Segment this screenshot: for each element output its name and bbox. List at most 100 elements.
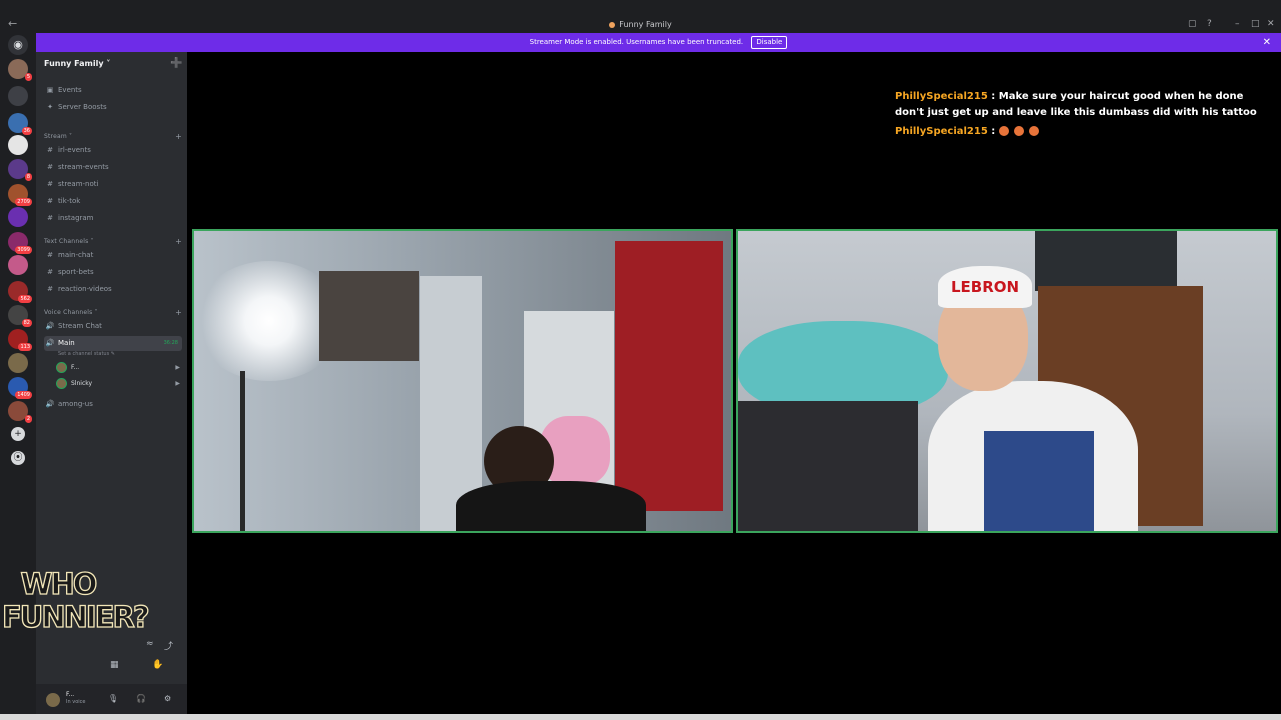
add-channel-icon[interactable]: + bbox=[175, 237, 182, 246]
channel-main-voice[interactable]: 🔊 Main 36:28 bbox=[44, 336, 182, 351]
hash-icon: # bbox=[47, 268, 53, 276]
server-icon[interactable]: 1409 bbox=[8, 377, 32, 399]
channel-irl-events[interactable]: # irl-events bbox=[44, 143, 182, 158]
server-icon[interactable]: 82 bbox=[8, 305, 32, 327]
mention-badge: 5 bbox=[24, 73, 32, 81]
server-icon[interactable]: 2709 bbox=[8, 184, 32, 206]
server-boosts-label: Server Boosts bbox=[58, 103, 107, 111]
server-icon[interactable]: 5 bbox=[8, 59, 32, 81]
mention-badge: 3099 bbox=[15, 246, 32, 254]
shirt-graphic bbox=[984, 431, 1094, 531]
mention-badge: 82 bbox=[21, 319, 32, 327]
add-channel-icon[interactable]: + bbox=[175, 132, 182, 141]
close-window-button[interactable]: ✕ bbox=[1267, 19, 1275, 29]
hash-icon: # bbox=[47, 197, 53, 205]
camera-icon: ▶ bbox=[175, 364, 180, 371]
events-item[interactable]: ▣ Events bbox=[44, 83, 182, 98]
channel-tik-tok[interactable]: # tik-tok bbox=[44, 194, 182, 209]
settings-gear-icon[interactable]: ⚙ bbox=[164, 694, 171, 703]
chat-message: PhillySpecial215 : Make sure your haircu… bbox=[895, 89, 1275, 121]
channel-main-chat[interactable]: # main-chat bbox=[44, 248, 182, 263]
video-tile-left[interactable] bbox=[192, 229, 733, 533]
server-icon[interactable]: 562 bbox=[8, 281, 32, 303]
server-icon[interactable] bbox=[8, 135, 28, 155]
server-dot-icon bbox=[609, 21, 616, 28]
server-boosts-item[interactable]: ✦ Server Boosts bbox=[44, 100, 182, 115]
laughing-emoji-icon bbox=[1028, 126, 1039, 136]
mention-badge: 562 bbox=[18, 295, 32, 303]
speaker-icon: 🔊 bbox=[45, 400, 55, 408]
server-icon[interactable] bbox=[8, 255, 28, 275]
channel-label: stream-events bbox=[58, 163, 109, 171]
explore-icon[interactable]: ⦿ bbox=[11, 451, 25, 465]
chat-text: : bbox=[991, 126, 996, 137]
add-channel-icon[interactable]: + bbox=[175, 308, 182, 317]
minimize-button[interactable]: – bbox=[1235, 19, 1240, 29]
mention-badge: 8 bbox=[24, 173, 32, 181]
channel-among-us[interactable]: 🔊 among-us bbox=[44, 397, 182, 412]
soundboard-icon[interactable]: ✋ bbox=[152, 660, 163, 670]
server-icon[interactable]: 36 bbox=[8, 113, 32, 135]
inbox-icon[interactable]: ▢ bbox=[1188, 19, 1197, 29]
noise-suppression-icon[interactable]: ≈ bbox=[146, 639, 154, 649]
maximize-button[interactable]: □ bbox=[1251, 19, 1260, 29]
channel-stream-noti[interactable]: # stream-noti bbox=[44, 177, 182, 192]
server-icon[interactable]: 8 bbox=[8, 159, 32, 181]
server-icon[interactable] bbox=[8, 353, 28, 373]
add-server-icon[interactable]: + bbox=[11, 427, 25, 441]
curtain bbox=[615, 241, 723, 511]
mention-badge: 36 bbox=[21, 127, 32, 135]
server-icon[interactable]: 113 bbox=[8, 329, 32, 351]
voice-timer: 36:28 bbox=[163, 340, 178, 346]
avatar[interactable] bbox=[46, 693, 60, 707]
channel-label: stream-noti bbox=[58, 180, 99, 188]
voice-user[interactable]: F... ▶ bbox=[56, 361, 180, 375]
banner-close-icon[interactable]: ✕ bbox=[1263, 33, 1271, 52]
channel-label: Stream Chat bbox=[58, 322, 102, 330]
discord-home-icon[interactable]: ◉ bbox=[8, 35, 28, 55]
category-text-channels[interactable]: Text Channels ˅ + bbox=[44, 237, 182, 246]
channel-label: tik-tok bbox=[58, 197, 81, 205]
overlay-line-1: WHO bbox=[20, 567, 98, 601]
voice-user-name: Slnicky bbox=[71, 380, 93, 387]
voice-user[interactable]: Slnicky ▶ bbox=[56, 377, 180, 391]
laughing-emoji-icon bbox=[1013, 126, 1024, 136]
channel-status-prompt[interactable]: Set a channel status ✎ bbox=[58, 351, 115, 357]
chat-username: PhillySpecial215 bbox=[895, 126, 988, 137]
server-name[interactable]: Funny Family ˅ bbox=[44, 59, 110, 68]
channel-instagram[interactable]: # instagram bbox=[44, 211, 182, 226]
window-title-text: Funny Family bbox=[619, 20, 672, 29]
server-icon[interactable]: 3099 bbox=[8, 232, 32, 254]
headset-icon[interactable]: 🎧 bbox=[136, 694, 146, 703]
voice-user-name: F... bbox=[71, 364, 80, 371]
cap-text: LEBRON bbox=[938, 266, 1032, 308]
category-stream[interactable]: Stream ˅ + bbox=[44, 132, 182, 141]
channel-stream-chat[interactable]: 🔊 Stream Chat bbox=[44, 319, 182, 334]
avatar bbox=[56, 362, 67, 373]
invite-people-icon[interactable]: ➕ bbox=[170, 58, 182, 69]
lamp-pole bbox=[240, 371, 245, 531]
category-label: Stream ˅ bbox=[44, 133, 73, 140]
activities-icon[interactable]: ▦ bbox=[110, 660, 119, 670]
server-icon[interactable]: 2 bbox=[8, 401, 32, 423]
channel-label: sport-bets bbox=[58, 268, 94, 276]
microphone-icon[interactable]: 🎙 bbox=[108, 694, 118, 703]
server-icon[interactable] bbox=[8, 207, 28, 227]
mention-badge: 1409 bbox=[15, 391, 32, 399]
disable-streamer-mode-button[interactable]: Disable bbox=[751, 36, 788, 49]
disconnect-icon[interactable]: ⤴ bbox=[164, 639, 173, 652]
boost-icon: ✦ bbox=[47, 103, 53, 111]
server-icon[interactable] bbox=[8, 86, 28, 106]
hash-icon: # bbox=[47, 251, 53, 259]
channel-reaction-videos[interactable]: # reaction-videos bbox=[44, 282, 182, 297]
channel-sport-bets[interactable]: # sport-bets bbox=[44, 265, 182, 280]
who-funnier-overlay: WHO FUNNIER? bbox=[1, 567, 150, 634]
help-icon[interactable]: ? bbox=[1207, 19, 1212, 29]
category-label: Voice Channels ˅ bbox=[44, 309, 98, 316]
category-voice-channels[interactable]: Voice Channels ˅ + bbox=[44, 308, 182, 317]
video-tile-right[interactable]: LEBRON bbox=[736, 229, 1278, 533]
events-label: Events bbox=[58, 86, 82, 94]
category-label: Text Channels ˅ bbox=[44, 238, 94, 245]
channel-stream-events[interactable]: # stream-events bbox=[44, 160, 182, 175]
channel-label: Main bbox=[58, 339, 75, 347]
